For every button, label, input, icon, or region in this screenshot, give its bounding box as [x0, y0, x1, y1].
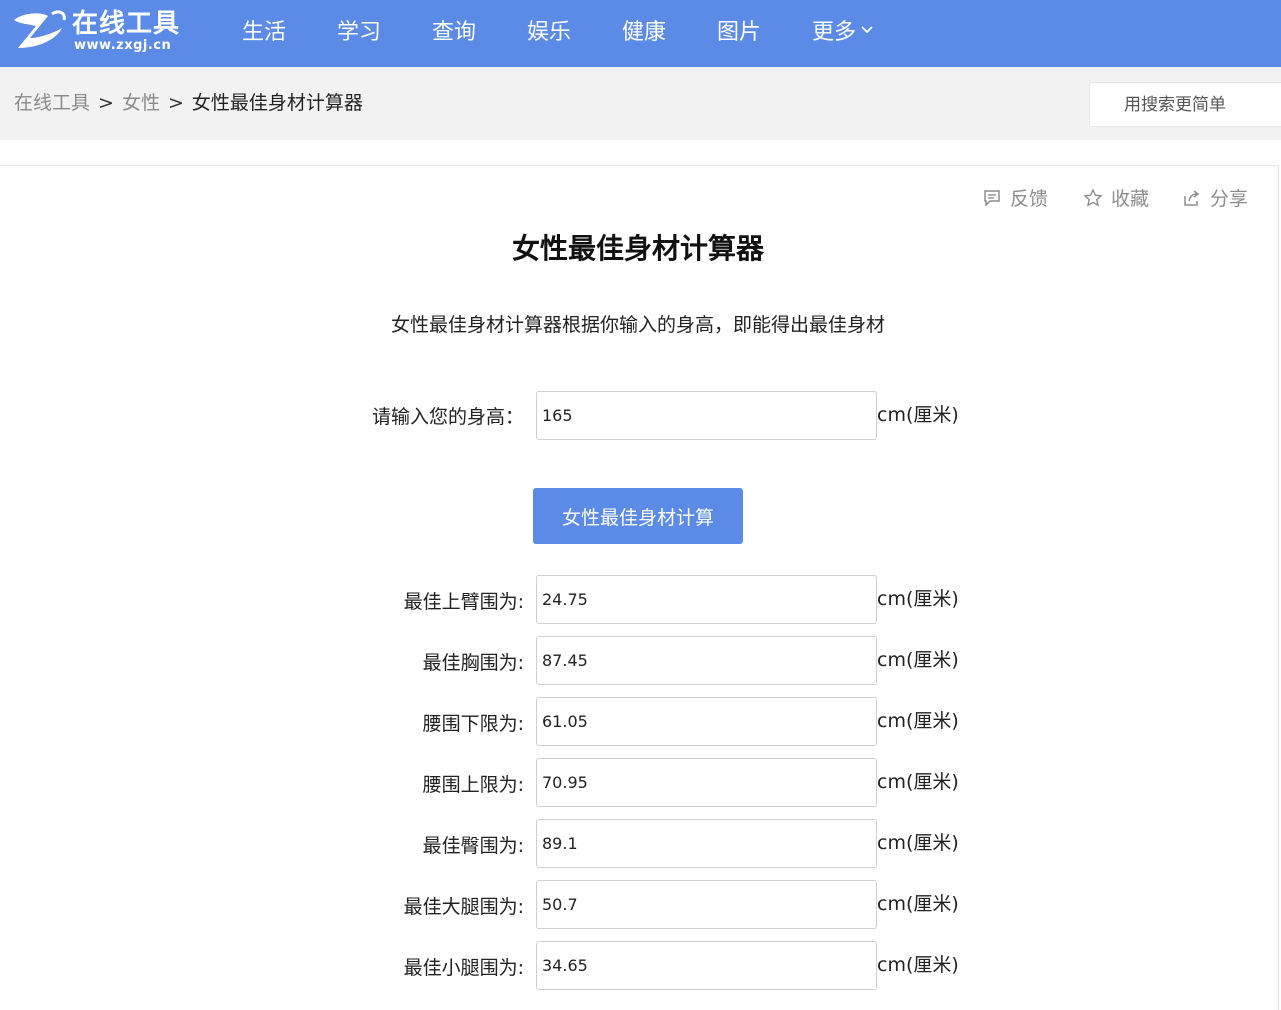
- breadcrumb-separator: >: [98, 92, 114, 114]
- favorite-button[interactable]: 收藏: [1083, 185, 1149, 213]
- height-unit: cm(厘米): [877, 404, 959, 426]
- search-input[interactable]: [1089, 82, 1281, 127]
- waist-min-label: 腰围下限为:: [422, 713, 524, 735]
- feedback-label: 反馈: [1010, 188, 1049, 210]
- nav-item-study[interactable]: 学习: [337, 0, 381, 67]
- breadcrumb-current: 女性最佳身材计算器: [191, 92, 363, 114]
- unit-label: cm(厘米): [877, 710, 959, 732]
- nav-item-life[interactable]: 生活: [242, 0, 286, 67]
- waist-min-result[interactable]: [536, 697, 877, 746]
- height-input[interactable]: [536, 391, 877, 440]
- breadcrumb-bar: 在线工具 > 女性 > 女性最佳身材计算器: [0, 67, 1281, 140]
- unit-label: cm(厘米): [877, 893, 959, 915]
- site-logo[interactable]: 在线工具 www.zxgj.cn: [8, 8, 198, 56]
- waist-max-result[interactable]: [536, 758, 877, 807]
- share-label: 分享: [1210, 188, 1249, 210]
- chevron-down-icon: [861, 26, 873, 34]
- share-button[interactable]: 分享: [1182, 185, 1248, 213]
- thigh-result[interactable]: [536, 880, 877, 929]
- feedback-button[interactable]: 反馈: [982, 185, 1048, 213]
- page-description: 女性最佳身材计算器根据你输入的身高，即能得出最佳身材: [390, 314, 885, 336]
- waist-max-label: 腰围上限为:: [422, 774, 524, 796]
- logo-text: 在线工具: [72, 9, 181, 39]
- breadcrumb-separator: >: [167, 92, 184, 114]
- unit-label: cm(厘米): [877, 954, 959, 976]
- nav-item-entertainment[interactable]: 娱乐: [527, 0, 571, 67]
- hip-result[interactable]: [536, 819, 877, 868]
- upper-arm-result[interactable]: [536, 575, 877, 624]
- thigh-label: 最佳大腿围为:: [403, 896, 524, 918]
- top-navbar: 在线工具 www.zxgj.cn 生活 学习 查询 娱乐 健康 图片 更多: [0, 0, 1281, 67]
- unit-label: cm(厘米): [877, 832, 959, 854]
- hip-label: 最佳臀围为:: [422, 835, 524, 857]
- chest-label: 最佳胸围为:: [422, 652, 524, 674]
- unit-label: cm(厘米): [877, 649, 959, 671]
- breadcrumb: 在线工具 > 女性 > 女性最佳身材计算器: [14, 89, 363, 117]
- chest-result[interactable]: [536, 636, 877, 685]
- feedback-icon: [984, 190, 1000, 207]
- unit-label: cm(厘米): [877, 588, 959, 610]
- breadcrumb-category[interactable]: 女性: [122, 92, 160, 114]
- favorite-label: 收藏: [1111, 188, 1150, 210]
- calculate-button[interactable]: 女性最佳身材计算: [533, 488, 743, 544]
- star-icon: [1083, 188, 1103, 207]
- unit-label: cm(厘米): [877, 771, 959, 793]
- page-title: 女性最佳身材计算器: [511, 232, 764, 265]
- breadcrumb-home[interactable]: 在线工具: [14, 92, 90, 114]
- calf-label: 最佳小腿围为:: [403, 957, 524, 979]
- nav-item-health[interactable]: 健康: [622, 0, 666, 67]
- height-label: 请输入您的身高：: [371, 406, 524, 428]
- upper-arm-label: 最佳上臂围为:: [403, 591, 524, 613]
- nav-item-more[interactable]: 更多: [812, 0, 874, 67]
- logo-url: www.zxgj.cn: [74, 38, 172, 53]
- calf-result[interactable]: [536, 941, 877, 990]
- share-icon: [1184, 190, 1200, 206]
- nav-item-images[interactable]: 图片: [717, 0, 761, 67]
- logo-swoosh-icon: [14, 10, 66, 49]
- nav-item-query[interactable]: 查询: [432, 0, 476, 67]
- nav-more-label: 更多: [812, 20, 857, 45]
